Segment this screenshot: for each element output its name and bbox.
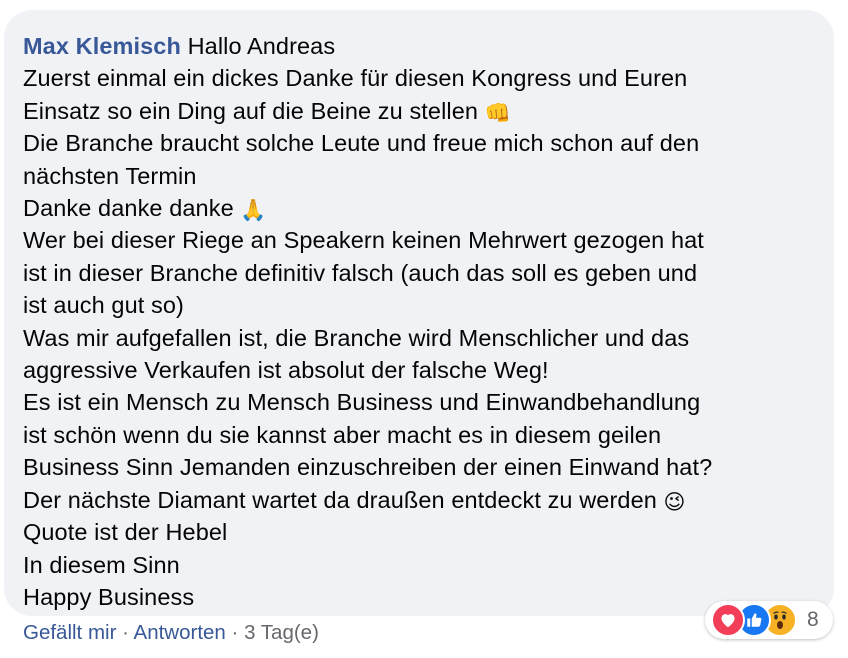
comment-line: In diesem Sinn: [23, 551, 180, 578]
comment-line: Einsatz so ein Ding auf die Beine zu ste…: [23, 95, 816, 127]
comment-line: ist in dieser Branche definitiv falsch (…: [23, 259, 698, 286]
comment-first-line: Max Klemisch Hallo Andreas: [23, 30, 816, 62]
separator: ·: [231, 621, 239, 644]
reaction-count: 8: [807, 608, 819, 631]
comment-line: Zuerst einmal ein dickes Danke für diese…: [23, 65, 688, 92]
comment-actions: Gefällt mir · Antworten · 3 Tag(e): [23, 621, 319, 645]
praying-hands-emoji-icon: 🙏: [240, 198, 267, 223]
comment-line-text: Einsatz so ein Ding auf die Beine zu ste…: [23, 97, 479, 124]
comment-line: Quote ist der Hebel: [23, 519, 228, 546]
comment-line: Es ist ein Mensch zu Mensch Business und…: [23, 389, 701, 416]
comment-line: Der nächste Diamant wartet da draußen en…: [23, 484, 816, 516]
separator: ·: [122, 621, 129, 644]
comment-line: Danke danke danke 🙏: [23, 192, 816, 224]
comment-line: Die Branche braucht solche Leute und fre…: [23, 130, 700, 157]
comment-greeting: Hallo Andreas: [187, 33, 336, 59]
comment-line: Happy Business: [23, 583, 195, 610]
comment-line: ist schön wenn du sie kannst aber macht …: [23, 421, 662, 448]
comment-bubble: Max Klemisch Hallo Andreas Zuerst einmal…: [4, 10, 834, 616]
comment-line-text: Danke danke danke: [23, 195, 234, 222]
author-name[interactable]: Max Klemisch: [23, 33, 181, 59]
comment-line: Wer bei dieser Riege an Speakern keinen …: [23, 227, 704, 254]
reactions-summary[interactable]: 8: [705, 601, 833, 639]
comment-line: ist auch gut so): [23, 292, 184, 319]
comment-line: Business Sinn Jemanden einzuschreiben de…: [23, 454, 713, 481]
love-icon: [711, 603, 745, 637]
fist-emoji-icon: 👊: [484, 100, 511, 125]
comment-line: aggressive Verkaufen ist absolut der fal…: [23, 357, 549, 384]
reply-link[interactable]: Antworten: [134, 621, 226, 644]
like-link[interactable]: Gefällt mir: [23, 621, 116, 644]
comment-line: nächsten Termin: [23, 162, 197, 189]
comment-line-text: Der nächste Diamant wartet da draußen en…: [23, 486, 657, 513]
wink-emoji-icon: 😉: [663, 489, 686, 514]
timestamp[interactable]: 3 Tag(e): [244, 621, 319, 644]
comment-line: Was mir aufgefallen ist, die Branche wir…: [23, 324, 690, 351]
